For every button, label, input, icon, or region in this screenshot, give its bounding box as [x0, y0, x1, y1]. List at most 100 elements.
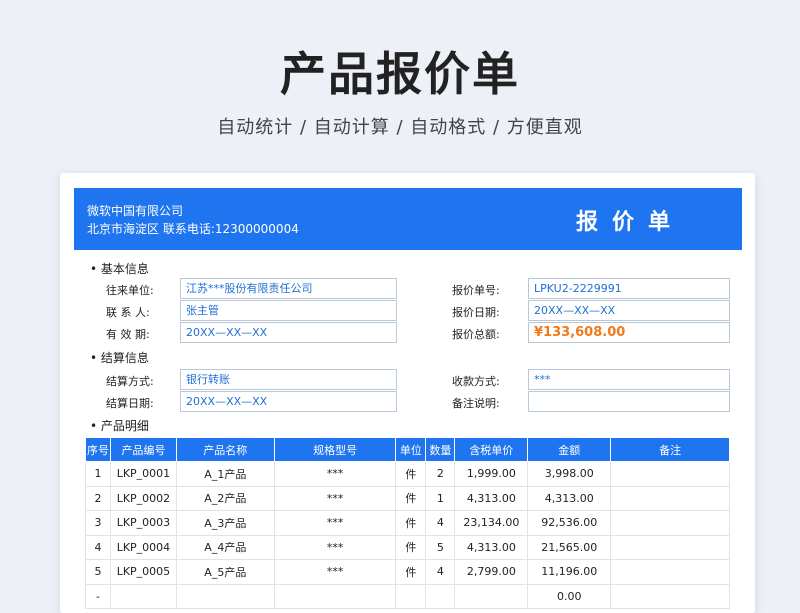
partner-field[interactable]: 江苏***股份有限责任公司: [180, 278, 397, 299]
table-cell[interactable]: 5: [425, 534, 456, 560]
table-cell[interactable]: 4: [85, 534, 111, 560]
table-cell[interactable]: 3: [85, 510, 111, 536]
table-header-row: 序号 产品编号 产品名称 规格型号 单位 数量 含税单价 金额 备注: [85, 437, 730, 462]
total-field[interactable]: ¥133,608.00: [528, 322, 730, 343]
table-row: - 0.00: [85, 583, 730, 609]
col-header: 单位: [395, 437, 427, 462]
table-cell[interactable]: LKP_0003: [109, 510, 177, 536]
table-cell[interactable]: 4,313.00: [454, 534, 529, 560]
table-cell[interactable]: 3,998.00: [527, 461, 612, 487]
table-cell[interactable]: A_1产品: [175, 461, 275, 487]
table-cell[interactable]: 件: [395, 534, 427, 560]
table-cell[interactable]: [610, 510, 730, 536]
quote-no-field[interactable]: LPKU2-2229991: [528, 278, 730, 299]
table-cell[interactable]: [610, 559, 730, 585]
table-cell[interactable]: 4,313.00: [454, 485, 529, 511]
table-cell[interactable]: [425, 583, 456, 609]
section-products: 产品明细: [90, 417, 149, 434]
table-row: 2 LKP_0002 A_2产品 *** 件 1 4,313.00 4,313.00: [85, 485, 730, 511]
table-cell[interactable]: LKP_0005: [109, 559, 177, 585]
table-cell[interactable]: A_3产品: [175, 510, 275, 536]
table-cell[interactable]: ***: [273, 510, 397, 536]
table-cell[interactable]: 件: [395, 461, 427, 487]
col-header: 规格型号: [273, 437, 397, 462]
table-cell[interactable]: 21,565.00: [527, 534, 612, 560]
quote-date-field[interactable]: 20XX—XX—XX: [528, 300, 730, 321]
contact-label: 联 系 人:: [106, 306, 150, 319]
settle-method-field[interactable]: 银行转账: [180, 369, 397, 390]
settle-method-label: 结算方式:: [106, 375, 154, 388]
table-body: 1 LKP_0001 A_1产品 *** 件 2 1,999.00 3,998.00 2 LKP_…: [85, 461, 730, 609]
col-header: 金额: [527, 437, 612, 462]
table-cell[interactable]: 2: [85, 485, 111, 511]
sheet-banner: 微软中国有限公司 北京市海淀区 联系电话:12300000004 报价单: [74, 188, 742, 250]
table-cell[interactable]: 0.00: [527, 583, 612, 609]
note-label: 备注说明:: [452, 397, 500, 410]
table-cell[interactable]: [610, 534, 730, 560]
table-cell[interactable]: 1,999.00: [454, 461, 529, 487]
settle-date-field[interactable]: 20XX—XX—XX: [180, 391, 397, 412]
table-cell[interactable]: 件: [395, 559, 427, 585]
company-name: 微软中国有限公司: [87, 204, 184, 218]
section-basic-info: 基本信息: [90, 260, 149, 277]
document-title: 报价单: [575, 210, 684, 235]
table-cell[interactable]: ***: [273, 534, 397, 560]
table-cell[interactable]: [454, 583, 529, 609]
receipt-field[interactable]: ***: [528, 369, 730, 390]
table-cell[interactable]: ***: [273, 485, 397, 511]
col-header: 产品编号: [109, 437, 177, 462]
table-cell[interactable]: 92,536.00: [527, 510, 612, 536]
company-address: 北京市海淀区 联系电话:12300000004: [87, 222, 299, 236]
table-cell[interactable]: 2: [425, 461, 456, 487]
table-cell[interactable]: ***: [273, 559, 397, 585]
table-cell[interactable]: [610, 583, 730, 609]
col-header: 序号: [85, 437, 111, 462]
table-cell[interactable]: [109, 583, 177, 609]
note-field[interactable]: [528, 391, 730, 412]
table-cell[interactable]: 23,134.00: [454, 510, 529, 536]
partner-label: 往来单位:: [106, 284, 154, 297]
section-settlement: 结算信息: [90, 349, 149, 366]
page-subtitle: 自动统计 / 自动计算 / 自动格式 / 方便直观: [217, 117, 583, 138]
table-cell[interactable]: 4,313.00: [527, 485, 612, 511]
quote-date-label: 报价日期:: [452, 306, 500, 319]
table-cell[interactable]: 2,799.00: [454, 559, 529, 585]
table-cell[interactable]: 1: [425, 485, 456, 511]
table-cell[interactable]: [610, 485, 730, 511]
table-cell[interactable]: [175, 583, 275, 609]
table-cell[interactable]: 4: [425, 510, 456, 536]
col-header: 备注: [610, 437, 730, 462]
table-cell[interactable]: A_5产品: [175, 559, 275, 585]
table-cell[interactable]: LKP_0002: [109, 485, 177, 511]
table-cell[interactable]: 11,196.00: [527, 559, 612, 585]
table-row: 1 LKP_0001 A_1产品 *** 件 2 1,999.00 3,998.00: [85, 461, 730, 487]
table-row: 3 LKP_0003 A_3产品 *** 件 4 23,134.00 92,536.00: [85, 510, 730, 536]
page-title: 产品报价单: [280, 47, 520, 101]
table-cell[interactable]: LKP_0004: [109, 534, 177, 560]
table-cell[interactable]: 件: [395, 485, 427, 511]
table-cell[interactable]: [395, 583, 427, 609]
table-cell[interactable]: A_2产品: [175, 485, 275, 511]
table-cell[interactable]: [273, 583, 397, 609]
table-cell[interactable]: 1: [85, 461, 111, 487]
receipt-label: 收款方式:: [452, 375, 500, 388]
table-cell[interactable]: [610, 461, 730, 487]
product-table: 序号 产品编号 产品名称 规格型号 单位 数量 含税单价 金额 备注 1 LKP_…: [85, 437, 730, 609]
table-row: 5 LKP_0005 A_5产品 *** 件 4 2,799.00 11,196.00: [85, 559, 730, 585]
table-cell[interactable]: 5: [85, 559, 111, 585]
valid-label: 有 效 期:: [106, 328, 150, 341]
quote-sheet: 微软中国有限公司 北京市海淀区 联系电话:12300000004 报价单 基本信…: [60, 173, 755, 613]
table-cell[interactable]: 件: [395, 510, 427, 536]
contact-field[interactable]: 张主管: [180, 300, 397, 321]
col-header: 产品名称: [175, 437, 275, 462]
table-cell[interactable]: -: [85, 583, 111, 609]
valid-field[interactable]: 20XX—XX—XX: [180, 322, 397, 343]
table-cell[interactable]: LKP_0001: [109, 461, 177, 487]
col-header: 含税单价: [454, 437, 529, 462]
total-label: 报价总额:: [452, 328, 500, 341]
quote-no-label: 报价单号:: [452, 284, 500, 297]
table-cell[interactable]: 4: [425, 559, 456, 585]
table-cell[interactable]: A_4产品: [175, 534, 275, 560]
table-cell[interactable]: ***: [273, 461, 397, 487]
settle-date-label: 结算日期:: [106, 397, 154, 410]
